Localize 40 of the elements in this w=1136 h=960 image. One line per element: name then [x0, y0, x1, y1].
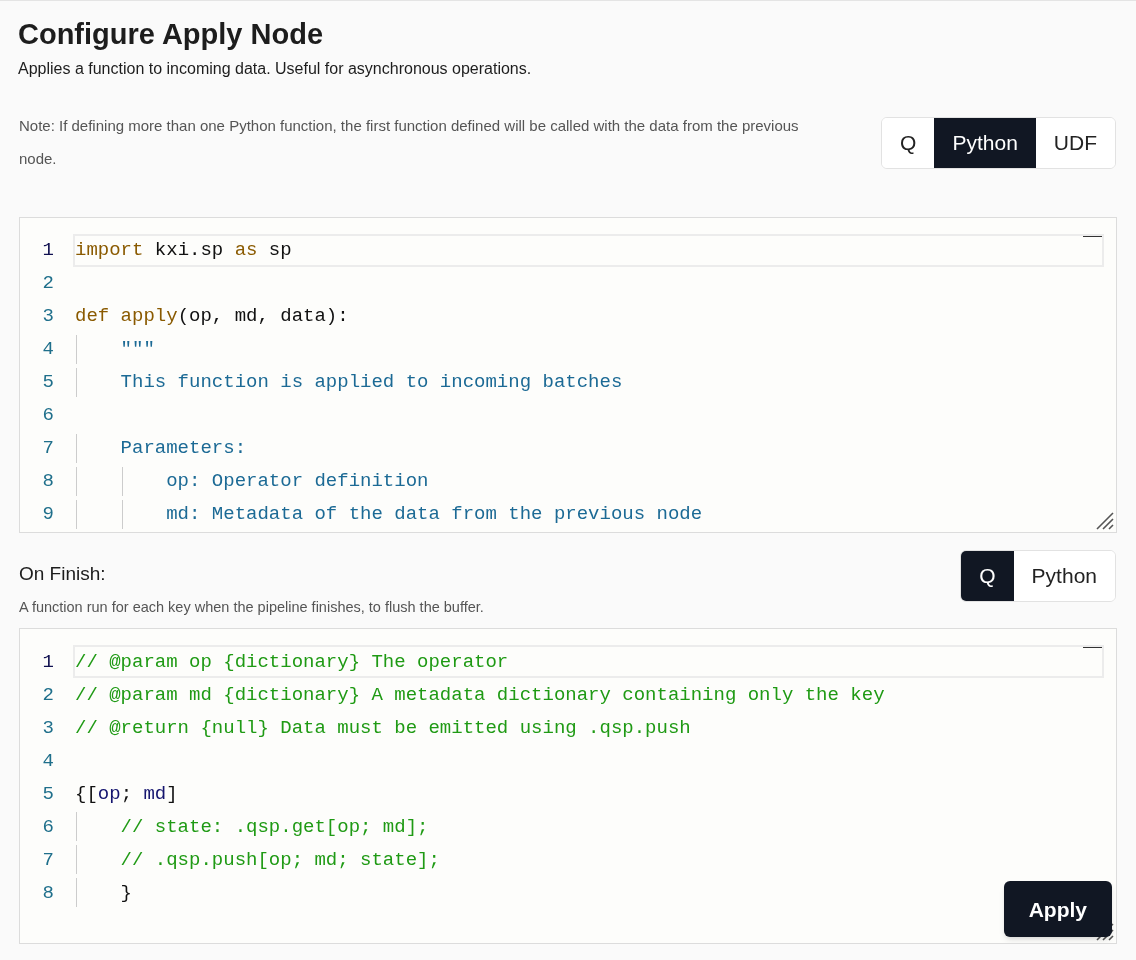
line-number: 5 — [41, 781, 55, 807]
line-number: 3 — [41, 304, 55, 330]
line-number: 3 — [41, 715, 55, 741]
code-line: def apply(op, md, data): — [75, 304, 349, 330]
code-editor[interactable] — [19, 628, 1117, 945]
line-number: 4 — [41, 748, 55, 774]
code-line: {[op; md] — [75, 781, 178, 807]
note-text: Note: If defining more than one Python function, the first function defined will be called with the data from the previous node. — [19, 116, 800, 169]
line-number: 9 — [41, 502, 55, 528]
line-number: 8 — [41, 880, 55, 906]
code-line: This function is applied to incoming batches — [119, 370, 623, 396]
line-number: 8 — [41, 469, 55, 495]
line-number: 2 — [41, 682, 55, 708]
line-number: 6 — [41, 403, 55, 429]
line-number: 6 — [41, 814, 55, 840]
code-line: // @param md {dictionary} A metadata dictionary containing only the key — [75, 682, 885, 708]
line-number: 1 — [41, 238, 55, 264]
language-tab[interactable]: Q — [961, 551, 1014, 601]
code-line: } — [119, 880, 132, 906]
section-description: A function run for each key when the pipeline finishes, to flush the buffer. — [19, 597, 484, 617]
code-line: // state: .qsp.get[op; md]; — [119, 814, 429, 840]
line-number: 5 — [41, 370, 55, 396]
line-number: 7 — [41, 436, 55, 462]
language-tab[interactable]: Python — [934, 118, 1036, 168]
line-number: 7 — [41, 847, 55, 873]
code-line: // .qsp.push[op; md; state]; — [119, 847, 440, 873]
code-line: // @return {null} Data must be emitted using .qsp.push — [75, 715, 691, 741]
code-line: """ — [119, 337, 155, 363]
dialog-title: Configure Apply Node — [18, 17, 325, 52]
code-line: op: Operator definition — [165, 469, 429, 495]
line-number: 4 — [41, 337, 55, 363]
section-label: On Finish: — [19, 562, 107, 586]
code-line: Parameters: — [119, 436, 247, 462]
apply-button[interactable]: Apply — [1003, 881, 1112, 938]
line-number: 2 — [41, 271, 55, 297]
code-line: import kxi.sp as sp — [75, 238, 292, 264]
line-number: 1 — [41, 649, 55, 675]
description-text: Applies a function to incoming data. Useful for asynchronous operations. — [18, 59, 533, 79]
code-line: md: Metadata of the data from the previous node — [165, 502, 703, 528]
code-line: // @param op {dictionary} The operator — [75, 649, 509, 675]
